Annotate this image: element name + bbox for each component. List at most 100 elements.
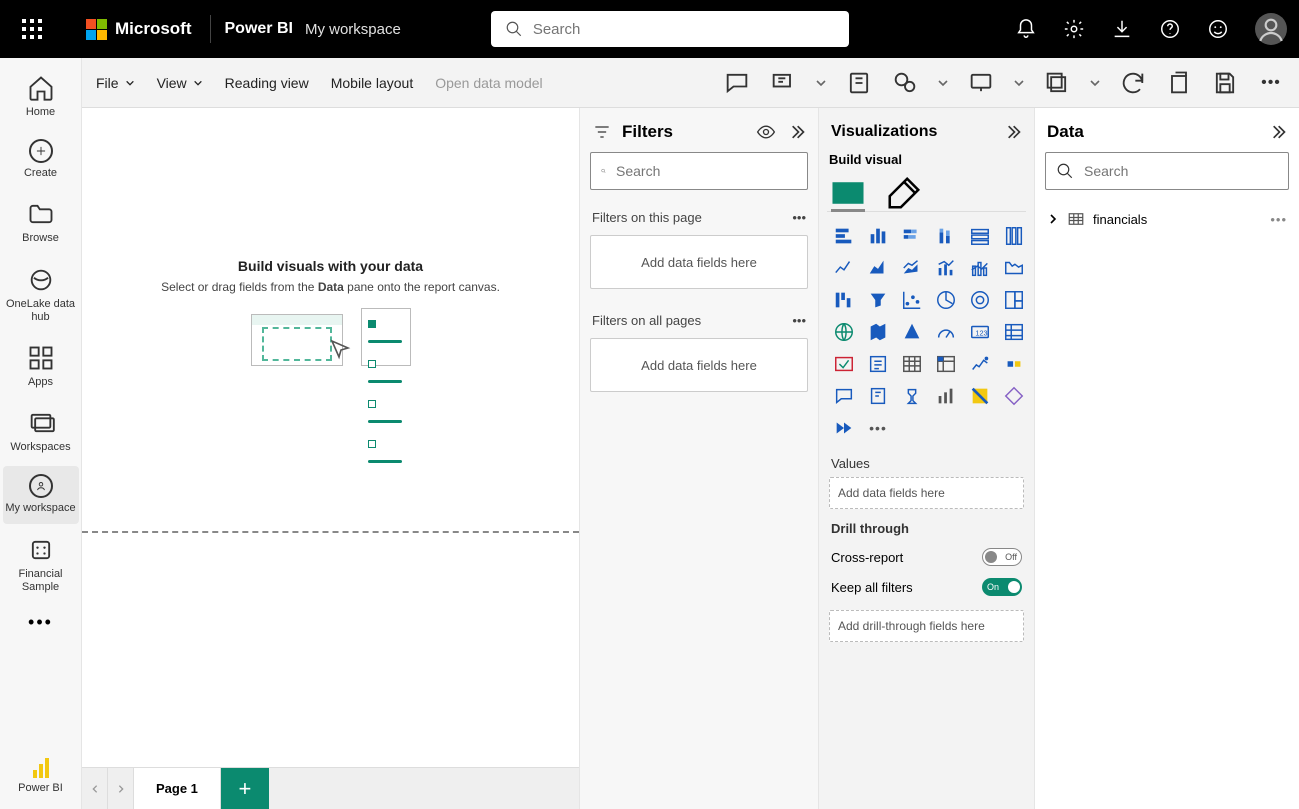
more-icon[interactable]: ••• [1270, 212, 1287, 227]
bookmark-icon[interactable] [845, 69, 873, 97]
line-column2-icon[interactable] [965, 254, 995, 282]
treemap-icon[interactable] [999, 286, 1029, 314]
workspace-breadcrumb[interactable]: My workspace [305, 21, 401, 38]
global-search[interactable] [491, 11, 849, 47]
filters-search-input[interactable] [616, 163, 797, 179]
preview-icon[interactable] [756, 122, 776, 142]
copy-dropdown[interactable] [1089, 69, 1101, 97]
data-search[interactable] [1045, 152, 1289, 190]
sync-dropdown[interactable] [937, 69, 949, 97]
format-visual-tab[interactable] [885, 175, 923, 211]
nav-browse[interactable]: Browse [3, 192, 79, 253]
smart-narrative-icon[interactable] [931, 382, 961, 410]
notifications-icon[interactable] [1015, 18, 1037, 40]
page-next[interactable] [108, 768, 134, 809]
100-bar-icon[interactable] [965, 222, 995, 250]
refresh-icon[interactable] [1119, 69, 1147, 97]
azure-map-icon[interactable] [897, 318, 927, 346]
filled-map-icon[interactable] [863, 318, 893, 346]
stacked-bar2-icon[interactable] [897, 222, 927, 250]
nav-financial-sample[interactable]: Financial Sample [3, 528, 79, 602]
py-visual-icon[interactable] [999, 350, 1029, 378]
stacked-column-icon[interactable] [931, 222, 961, 250]
menu-mobile-layout[interactable]: Mobile layout [331, 75, 414, 91]
page-prev[interactable] [82, 768, 108, 809]
line-chart-icon[interactable] [829, 254, 859, 282]
nav-create[interactable]: Create [3, 131, 79, 188]
100-column-icon[interactable] [999, 222, 1029, 250]
collapse-icon[interactable] [1002, 122, 1022, 142]
collapse-icon[interactable] [786, 122, 806, 142]
paginated-icon[interactable] [965, 382, 995, 410]
chat-dropdown[interactable] [815, 69, 827, 97]
nav-home[interactable]: Home [3, 66, 79, 127]
waterfall-icon[interactable] [829, 286, 859, 314]
product-label[interactable]: Power BI [225, 20, 293, 38]
menu-reading-view[interactable]: Reading view [225, 75, 309, 91]
filters-search[interactable] [590, 152, 808, 190]
data-search-input[interactable] [1084, 163, 1278, 179]
power-automate-icon[interactable] [829, 414, 859, 442]
more-icon[interactable]: ••• [792, 210, 806, 225]
map-icon[interactable] [829, 318, 859, 346]
scatter-icon[interactable] [897, 286, 927, 314]
comments-icon[interactable] [723, 69, 751, 97]
ribbon-chart-icon[interactable] [999, 254, 1029, 282]
kpi-icon[interactable] [829, 350, 859, 378]
slicer-icon[interactable] [863, 350, 893, 378]
stacked-area-icon[interactable] [897, 254, 927, 282]
data-table-financials[interactable]: financials ••• [1043, 204, 1291, 234]
help-icon[interactable] [1159, 18, 1181, 40]
pie-icon[interactable] [931, 286, 961, 314]
collapse-icon[interactable] [1267, 122, 1287, 142]
page-tab-1[interactable]: Page 1 [134, 768, 221, 809]
nav-workspaces[interactable]: Workspaces [3, 401, 79, 462]
nav-onelake[interactable]: OneLake data hub [3, 258, 79, 332]
stacked-bar-icon[interactable] [829, 222, 859, 250]
filters-on-page-drop[interactable]: Add data fields here [590, 235, 808, 289]
filters-on-all-drop[interactable]: Add data fields here [590, 338, 808, 392]
keep-filters-toggle[interactable]: On [982, 578, 1022, 596]
report-canvas[interactable]: Build visuals with your data Select or d… [82, 108, 579, 809]
download-icon[interactable] [1111, 18, 1133, 40]
global-search-input[interactable] [533, 21, 849, 38]
r-visual-icon[interactable] [965, 350, 995, 378]
line-column-icon[interactable] [931, 254, 961, 282]
menu-view[interactable]: View [157, 75, 203, 91]
table-icon[interactable] [897, 350, 927, 378]
more-icon[interactable]: ••• [792, 313, 806, 328]
app-launcher-icon[interactable] [8, 5, 56, 53]
drill-drop[interactable]: Add drill-through fields here [829, 610, 1024, 642]
present-dropdown[interactable] [1013, 69, 1025, 97]
present-icon[interactable] [967, 69, 995, 97]
feedback-icon[interactable] [1207, 18, 1229, 40]
cross-report-toggle[interactable]: Off [982, 548, 1022, 566]
multi-row-card-icon[interactable] [999, 318, 1029, 346]
settings-icon[interactable] [1063, 18, 1085, 40]
get-more-visuals-icon[interactable]: ••• [863, 414, 893, 442]
save-icon[interactable] [1211, 69, 1239, 97]
sync-icon[interactable] [891, 69, 919, 97]
donut-icon[interactable] [965, 286, 995, 314]
key-influencers-icon[interactable] [863, 382, 893, 410]
funnel-icon[interactable] [863, 286, 893, 314]
clustered-column-icon[interactable] [863, 222, 893, 250]
nav-apps[interactable]: Apps [3, 336, 79, 397]
nav-my-workspace[interactable]: My workspace [3, 466, 79, 523]
chat-layout-icon[interactable] [769, 69, 797, 97]
copy-icon[interactable] [1043, 69, 1071, 97]
more-icon[interactable]: ••• [1257, 69, 1285, 97]
add-page-button[interactable]: + [221, 768, 269, 809]
duplicate-icon[interactable] [1165, 69, 1193, 97]
menu-file[interactable]: File [96, 75, 135, 91]
area-chart-icon[interactable] [863, 254, 893, 282]
q-and-a-icon[interactable] [829, 382, 859, 410]
nav-powerbi[interactable]: Power BI [3, 750, 79, 803]
nav-more[interactable]: ••• [28, 612, 53, 633]
account-avatar[interactable] [1255, 13, 1287, 45]
power-apps-icon[interactable] [999, 382, 1029, 410]
decomposition-icon[interactable] [897, 382, 927, 410]
matrix-icon[interactable] [931, 350, 961, 378]
card-icon[interactable]: 123 [965, 318, 995, 346]
build-visual-tab[interactable] [829, 175, 867, 211]
